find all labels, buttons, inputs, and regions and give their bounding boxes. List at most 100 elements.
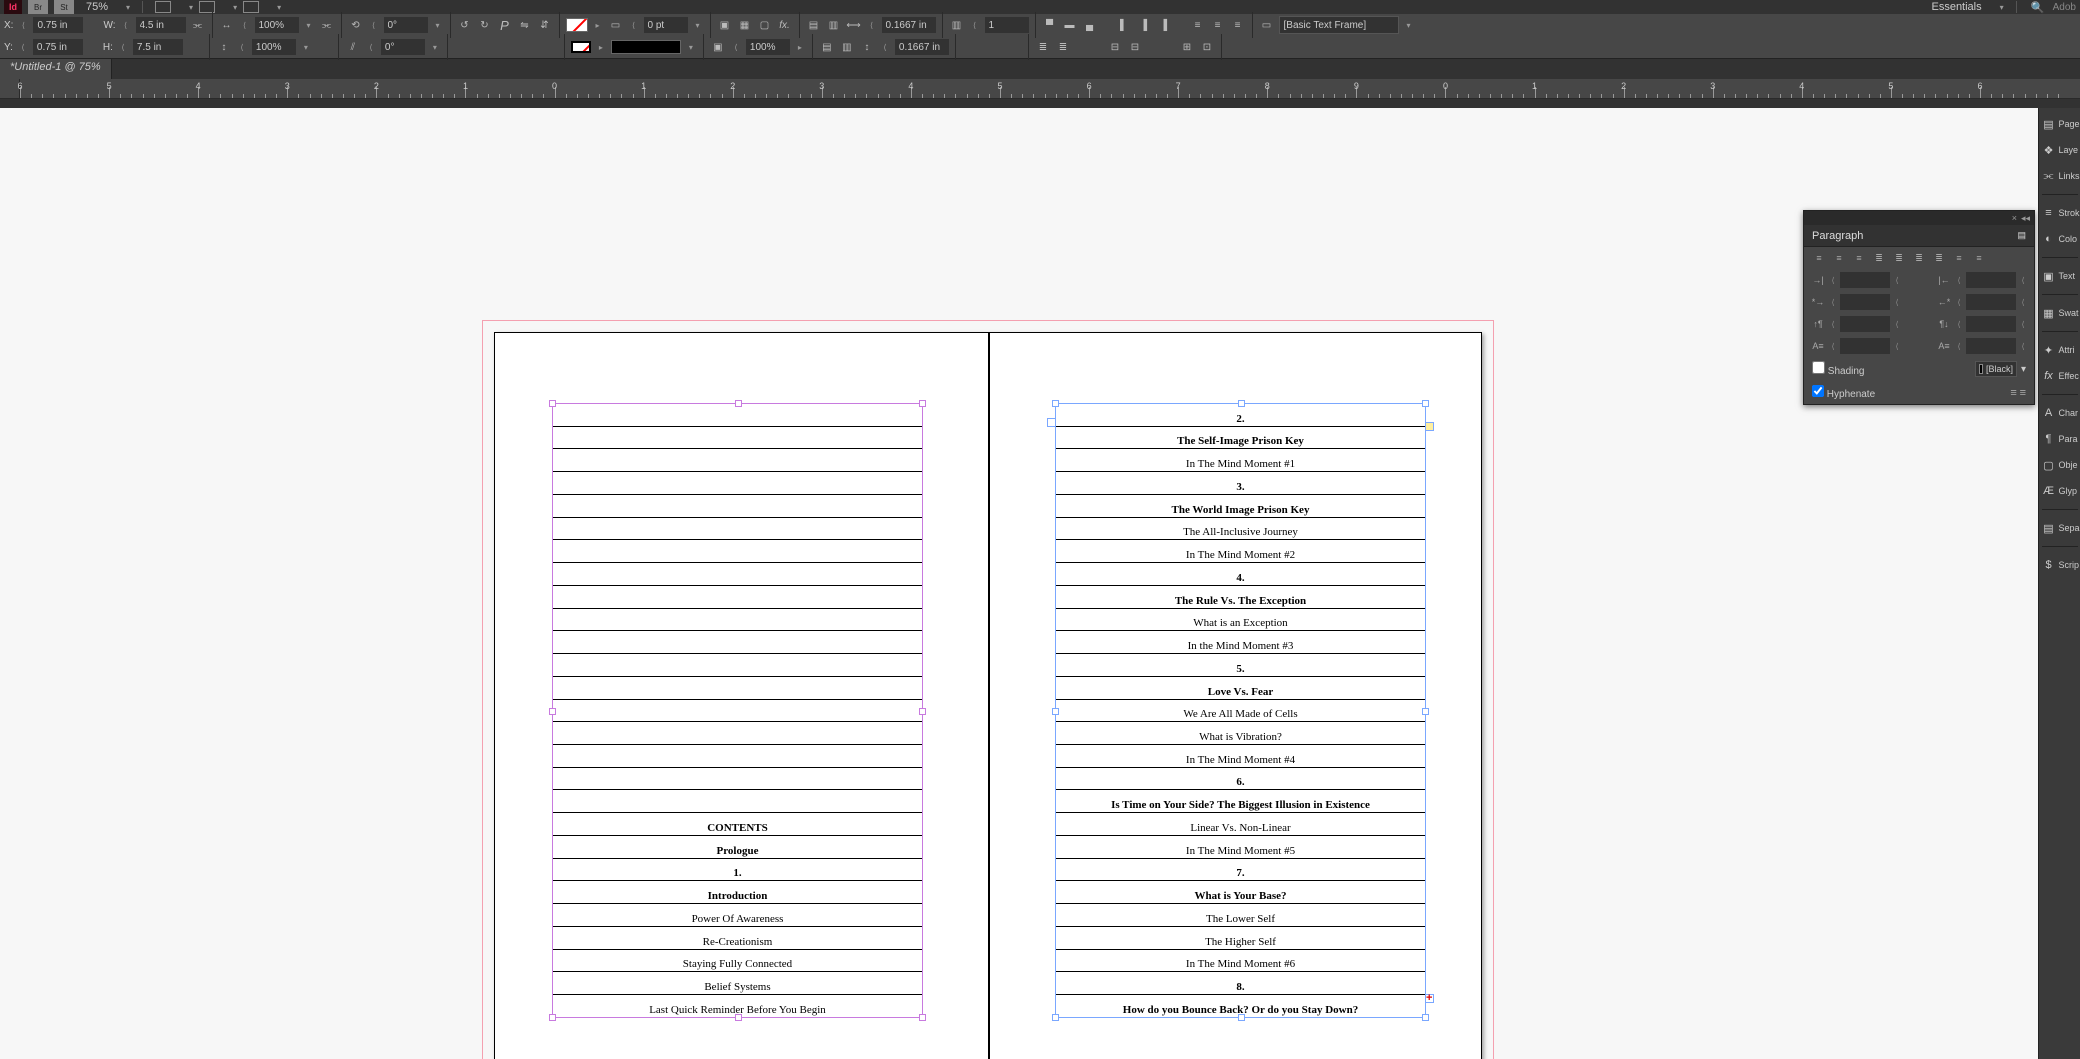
align-toward-spine-icon[interactable]: ≡ [1950,250,1968,266]
dock-color[interactable]: ◐Colo [2040,227,2080,251]
opacity-input[interactable] [746,39,790,55]
panel-collapse-icon[interactable]: ◂◂ [2021,213,2030,224]
dock-swatches[interactable]: ▦Swat [2040,301,2080,325]
balance-columns-icon[interactable]: ≣ [1035,39,1051,55]
stroke-swatch-icon[interactable] [571,41,591,53]
justify-all-icon[interactable]: ≣ [1930,250,1948,266]
dock-character[interactable]: AChar [2040,401,2080,425]
dist-top-icon[interactable]: ≡ [1190,17,1206,33]
dock-stroke[interactable]: ≡Strok [2040,201,2080,225]
align-vcenter-icon[interactable]: ▬ [1062,17,1078,33]
constrain-wh-icon[interactable]: ⫘ [190,17,206,33]
shading-swatch[interactable]: [Black] [1975,361,2017,377]
rotate-cw-icon[interactable]: ↻ [477,17,493,33]
align-hcenter-icon[interactable]: ▐ [1136,17,1152,33]
vert-justify-center-icon[interactable]: ▥ [826,17,842,33]
key-obj-icon[interactable]: ⊞ [1179,39,1195,55]
hyphenate-checkbox[interactable] [1812,385,1824,397]
text-wrap-bbox-icon[interactable]: ▦ [737,17,753,33]
frame-handle[interactable] [919,400,926,407]
align-to-icon[interactable]: ⊡ [1199,39,1215,55]
zoom-dropdown-icon[interactable]: ▾ [126,3,130,12]
balance-columns2-icon[interactable]: ≣ [1055,39,1071,55]
space-before-input[interactable] [1840,316,1890,332]
form-icon[interactable]: ▭ [1259,17,1275,33]
text-inport[interactable] [1047,418,1056,427]
frame-handle[interactable] [1238,400,1245,407]
frame-handle[interactable] [549,708,556,715]
frame-handle[interactable] [549,1014,556,1021]
dock-effects[interactable]: fxEffec [2040,364,2080,388]
shading-checkbox[interactable] [1812,361,1825,374]
text-frame-left[interactable]: CONTENTSPrologue1.IntroductionPower Of A… [552,403,923,1018]
corner-options-icon[interactable]: ▢ [757,17,773,33]
do-not-align-baseline-icon[interactable]: ≡ [2010,387,2016,399]
dock-paragraph[interactable]: ¶Para [2040,427,2080,451]
object-style-select[interactable] [1279,16,1399,34]
drop-cap-chars-input[interactable] [1966,338,2016,354]
flip-h-icon[interactable]: ⇋ [517,17,533,33]
frame-handle[interactable] [1238,1014,1245,1021]
scale-x-input[interactable] [255,17,299,33]
align-away-spine-icon[interactable]: ≡ [1970,250,1988,266]
drop-cap-lines-input[interactable] [1840,338,1890,354]
left-indent-input[interactable] [1840,272,1890,288]
text-outport-overset[interactable] [1425,994,1434,1003]
justify-center-icon[interactable]: ≣ [1890,250,1908,266]
flip-v-icon[interactable]: ⇵ [537,17,553,33]
last-line-indent-input[interactable] [1966,294,2016,310]
rotate-input[interactable] [384,17,428,33]
frame-handle[interactable] [1422,708,1429,715]
zoom-level[interactable]: 75% [86,1,108,13]
frame-handle[interactable] [1052,400,1059,407]
rotate-ccw-icon[interactable]: ↺ [457,17,473,33]
document-tab[interactable]: *Untitled-1 @ 75% [0,59,112,79]
canvas[interactable]: CONTENTSPrologue1.IntroductionPower Of A… [0,108,2038,1059]
text-wrap-none-icon[interactable]: ▣ [717,17,733,33]
space-after-input[interactable] [1966,316,2016,332]
frame-handle[interactable] [1052,708,1059,715]
first-line-indent-input[interactable] [1840,294,1890,310]
dist-vcenter-icon[interactable]: ≡ [1210,17,1226,33]
search-icon[interactable]: 🔍 [2029,0,2047,14]
dock-glyphs[interactable]: ÆGlyp [2040,479,2080,503]
x-input[interactable] [33,17,83,33]
vert-justify-top-icon[interactable]: ▤ [806,17,822,33]
paragraph-panel[interactable]: × ◂◂ Paragraph ▤ ≡ ≡ ≡ ≣ ≣ ≣ ≣ ≡ ≡ →|⟨⟨ … [1803,210,2035,405]
scale-y-input[interactable] [252,39,296,55]
shear-input[interactable] [381,39,425,55]
frame-handle[interactable] [919,708,926,715]
stroke-style-swatch[interactable] [611,40,681,54]
arrange-docs-icon[interactable] [243,1,259,13]
align-top-icon[interactable]: ▀ [1042,17,1058,33]
bridge-icon[interactable]: Br [28,0,48,14]
panel-close-icon[interactable]: × [2012,213,2017,223]
screen-mode-icon[interactable] [199,1,215,13]
align-left-icon[interactable]: ▌ [1116,17,1132,33]
dist-h-icon[interactable]: ⊟ [1107,39,1123,55]
fx-icon[interactable]: fx. [777,17,793,33]
frame-handle[interactable] [919,1014,926,1021]
justify-right-icon[interactable]: ≣ [1910,250,1928,266]
stock-icon[interactable]: St [54,0,74,14]
panel-menu-icon[interactable]: ▤ [2017,230,2026,241]
dist-v-icon[interactable]: ⊟ [1127,39,1143,55]
constrain-scale-icon[interactable]: ⫘ [319,17,335,33]
align-right-icon[interactable]: ≡ [1850,250,1868,266]
y-input[interactable] [33,39,83,55]
dock-attributes[interactable]: ✦Attri [2040,338,2080,362]
align-bottom-icon[interactable]: ▄ [1082,17,1098,33]
dock-layers[interactable]: ❖Laye [2040,138,2080,162]
align-left-icon[interactable]: ≡ [1810,250,1828,266]
align-center-icon[interactable]: ≡ [1830,250,1848,266]
dock-separations[interactable]: ▤Sepa [2040,516,2080,540]
dist-bottom-icon[interactable]: ≡ [1230,17,1246,33]
dock-object[interactable]: ▢Obje [2040,453,2080,477]
align-baseline-icon[interactable]: ≡ [2020,387,2026,399]
dock-links[interactable]: ⫘Links [2040,164,2080,188]
character-panel-icon[interactable]: P [497,17,513,33]
h-input[interactable] [133,39,183,55]
justify-left-icon[interactable]: ≣ [1870,250,1888,266]
w-input[interactable] [136,17,186,33]
vj-bottom-icon[interactable]: ▤ [819,39,835,55]
